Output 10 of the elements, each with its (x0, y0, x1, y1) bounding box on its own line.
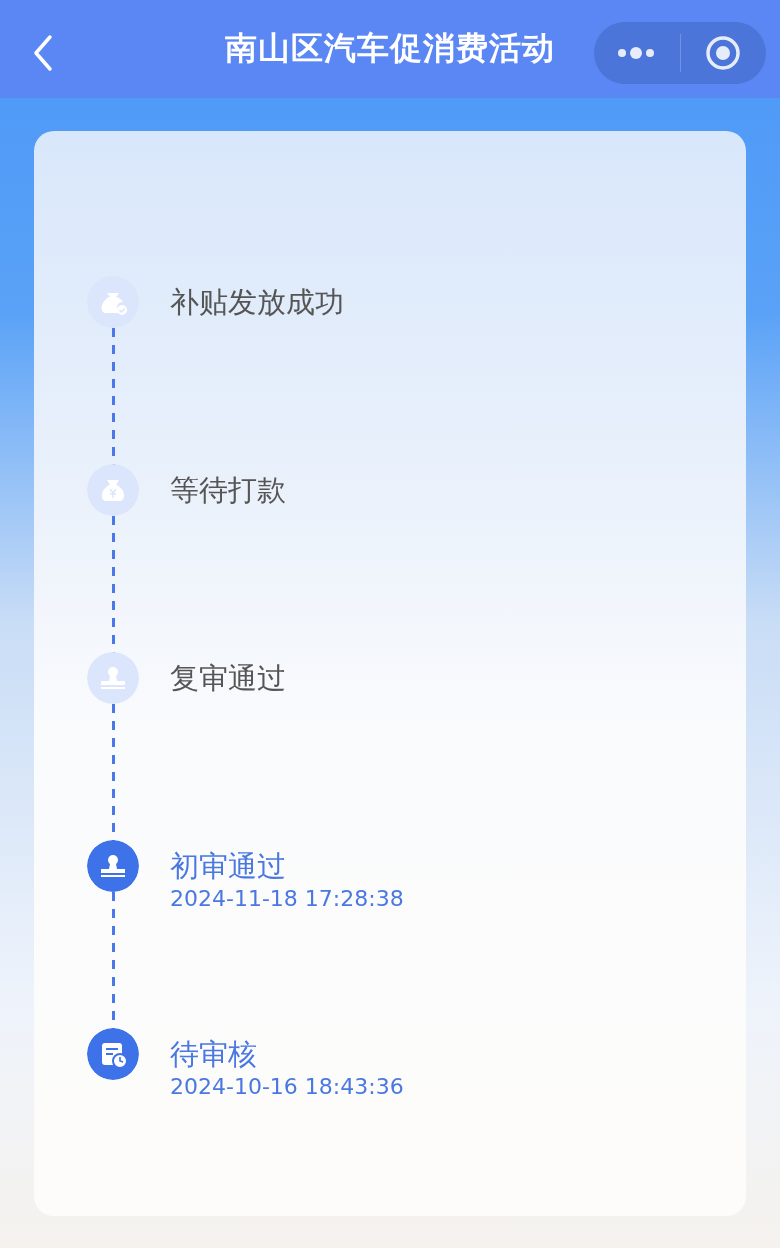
page-title: 南山区汽车促消费活动 (225, 28, 555, 69)
step-label: 待审核 (170, 1036, 258, 1073)
step-time: 2024-10-16 18:43:36 (170, 1074, 404, 1099)
step-label: 补贴发放成功 (170, 284, 344, 321)
target-icon (705, 35, 742, 71)
step-label: 等待打款 (170, 472, 286, 509)
more-icon (616, 46, 657, 60)
step-label: 初审通过 (170, 848, 287, 885)
step-time: 2024-11-18 17:28:38 (170, 886, 404, 911)
step-label: 复审通过 (170, 660, 286, 697)
